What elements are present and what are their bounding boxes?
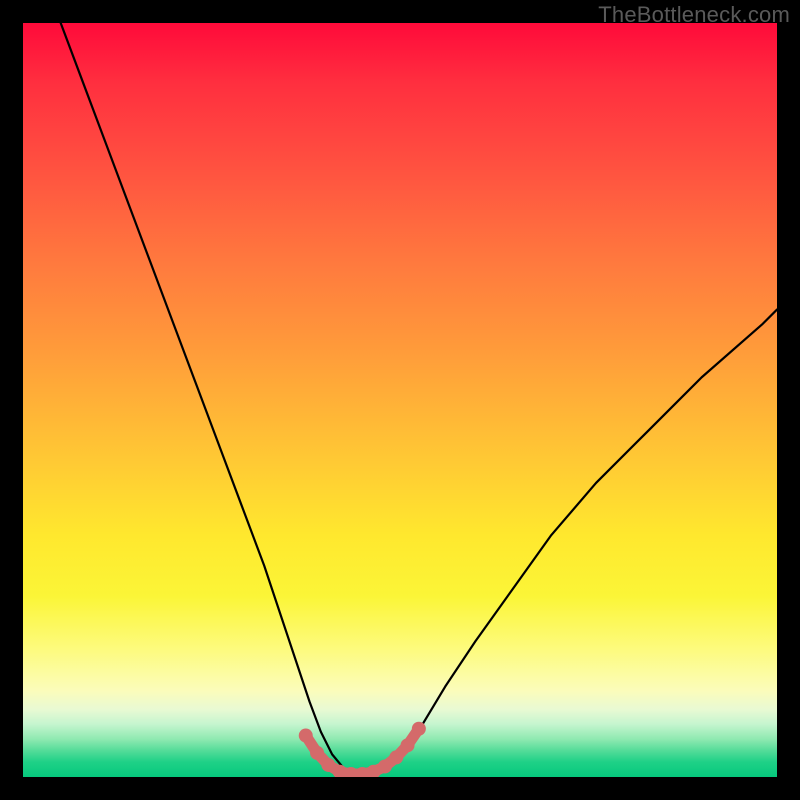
- plot-area: [23, 23, 777, 777]
- trough-marker: [310, 746, 324, 760]
- trough-marker: [389, 750, 403, 764]
- chart-frame: TheBottleneck.com: [0, 0, 800, 800]
- bottleneck-curve: [61, 23, 777, 774]
- watermark-text: TheBottleneck.com: [598, 2, 790, 28]
- trough-marker: [378, 759, 392, 773]
- trough-marker: [401, 738, 415, 752]
- trough-marker: [412, 722, 426, 736]
- trough-markers: [299, 722, 426, 777]
- curve-layer: [23, 23, 777, 777]
- trough-marker: [299, 729, 313, 743]
